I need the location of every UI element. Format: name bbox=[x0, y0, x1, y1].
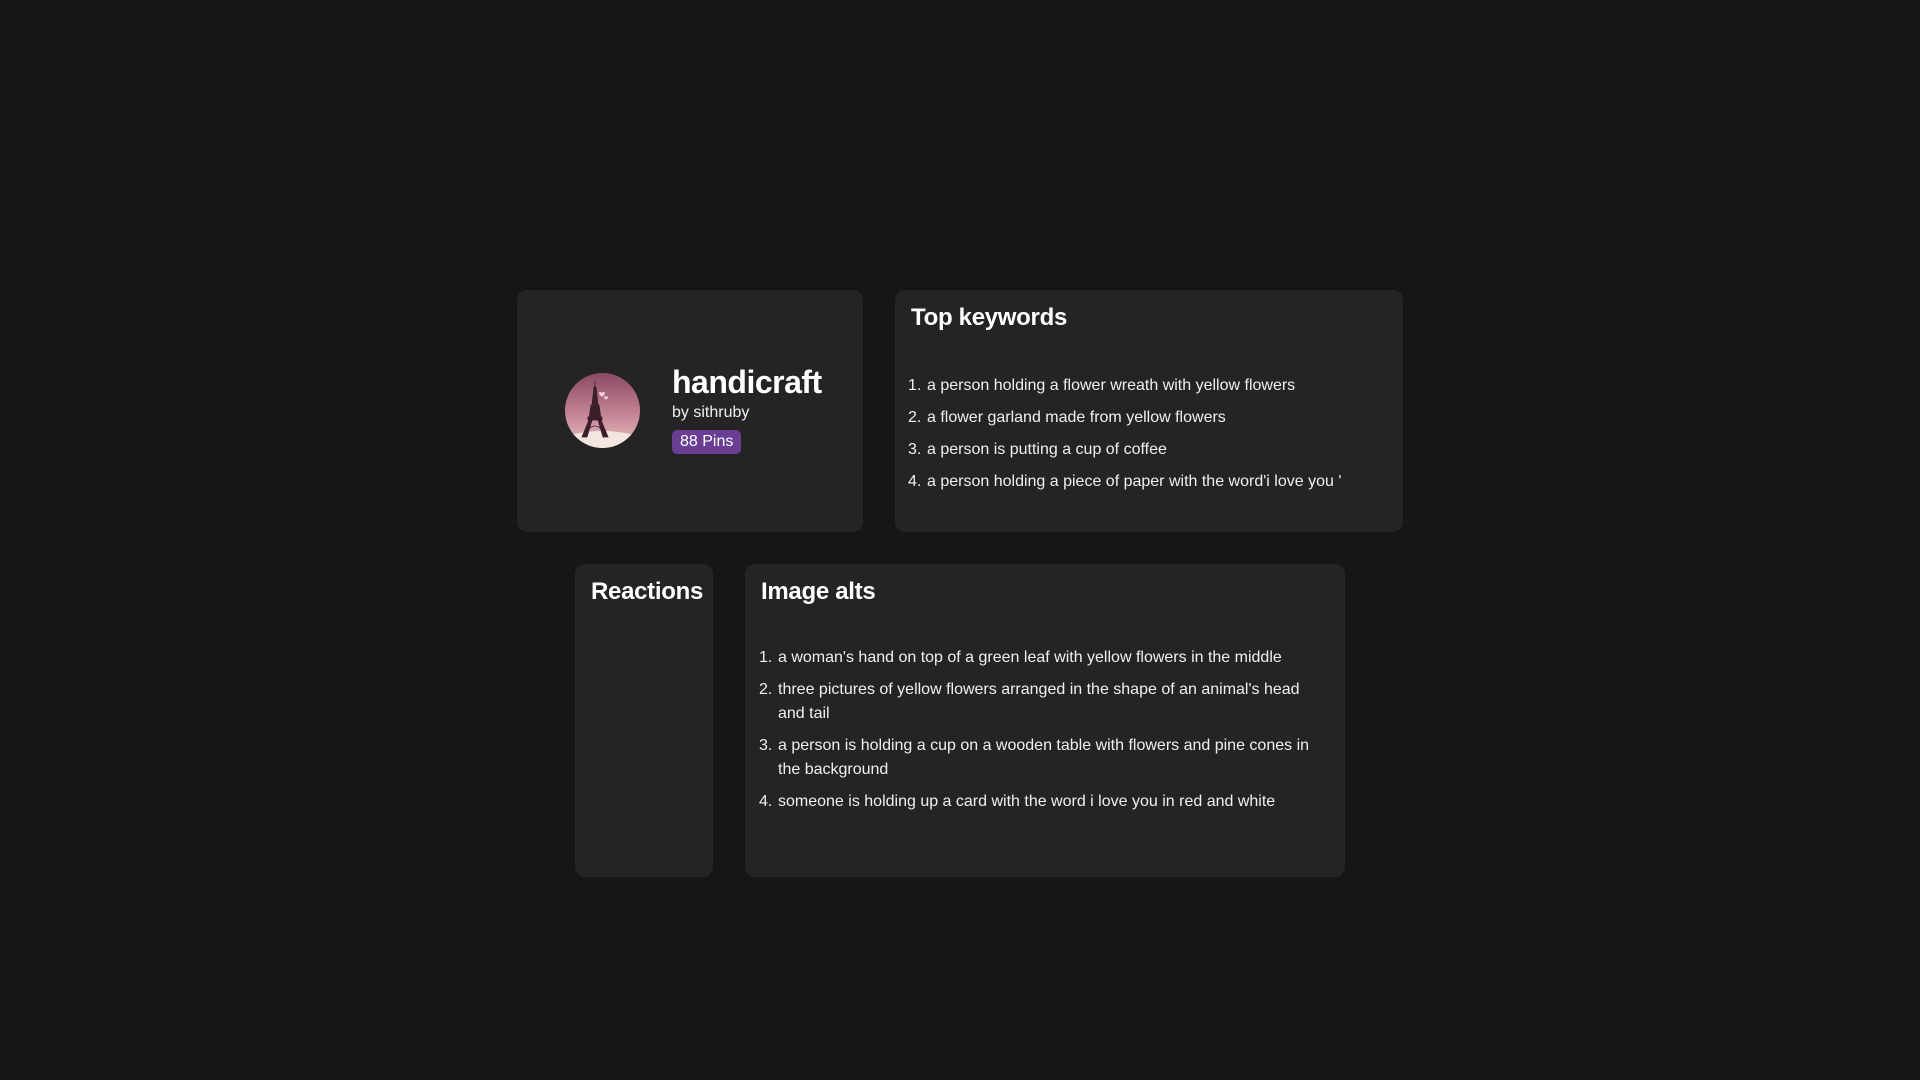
image-alts-heading: Image alts bbox=[761, 578, 876, 605]
keyword-item: 3. a person is putting a cup of coffee bbox=[908, 438, 1388, 462]
keyword-text: a flower garland made from yellow flower… bbox=[927, 409, 1226, 426]
keyword-text: a person holding a piece of paper with t… bbox=[927, 473, 1342, 490]
list-number: 2. bbox=[759, 681, 773, 698]
alt-item: 1. a woman's hand on top of a green leaf … bbox=[759, 646, 1319, 670]
pins-count-badge: 88 Pins bbox=[672, 430, 742, 454]
list-number: 1. bbox=[908, 377, 922, 394]
alt-item: 3. a person is holding a cup on a wooden … bbox=[759, 734, 1319, 782]
board-profile-card: handicraft by sithruby 88 Pins bbox=[517, 290, 863, 532]
keyword-item: 2. a flower garland made from yellow flow… bbox=[908, 406, 1388, 430]
keyword-text: a person is putting a cup of coffee bbox=[927, 441, 1167, 458]
alt-text: a person is holding a cup on a wooden ta… bbox=[778, 737, 1310, 778]
top-keywords-heading: Top keywords bbox=[911, 304, 1067, 331]
keyword-item: 4. a person holding a piece of paper with… bbox=[908, 470, 1388, 494]
keyword-item: 1. a person holding a flower wreath with … bbox=[908, 374, 1388, 398]
eiffel-tower-icon bbox=[565, 373, 640, 448]
reactions-card: Reactions bbox=[575, 564, 713, 877]
image-alts-card: Image alts 1. a woman's hand on top of a … bbox=[745, 564, 1345, 877]
alt-text: a woman's hand on top of a green leaf wi… bbox=[778, 649, 1282, 666]
top-keywords-card: Top keywords 1. a person holding a flower… bbox=[895, 290, 1403, 532]
list-number: 2. bbox=[908, 409, 922, 426]
alt-text: three pictures of yellow flowers arrange… bbox=[778, 681, 1300, 722]
list-number: 3. bbox=[759, 737, 773, 754]
board-title[interactable]: handicraft bbox=[672, 364, 822, 401]
list-number: 4. bbox=[908, 473, 922, 490]
board-avatar[interactable] bbox=[565, 373, 640, 448]
board-owner[interactable]: by sithruby bbox=[672, 404, 749, 422]
list-number: 1. bbox=[759, 649, 773, 666]
alt-text: someone is holding up a card with the wo… bbox=[778, 793, 1276, 810]
keywords-list: 1. a person holding a flower wreath with … bbox=[908, 374, 1388, 502]
keyword-text: a person holding a flower wreath with ye… bbox=[927, 377, 1296, 394]
alt-item: 2. three pictures of yellow flowers arran… bbox=[759, 678, 1319, 726]
image-alts-list: 1. a woman's hand on top of a green leaf … bbox=[759, 646, 1319, 822]
list-number: 4. bbox=[759, 793, 773, 810]
list-number: 3. bbox=[908, 441, 922, 458]
reactions-heading: Reactions bbox=[591, 578, 704, 605]
alt-item: 4. someone is holding up a card with the … bbox=[759, 790, 1319, 814]
